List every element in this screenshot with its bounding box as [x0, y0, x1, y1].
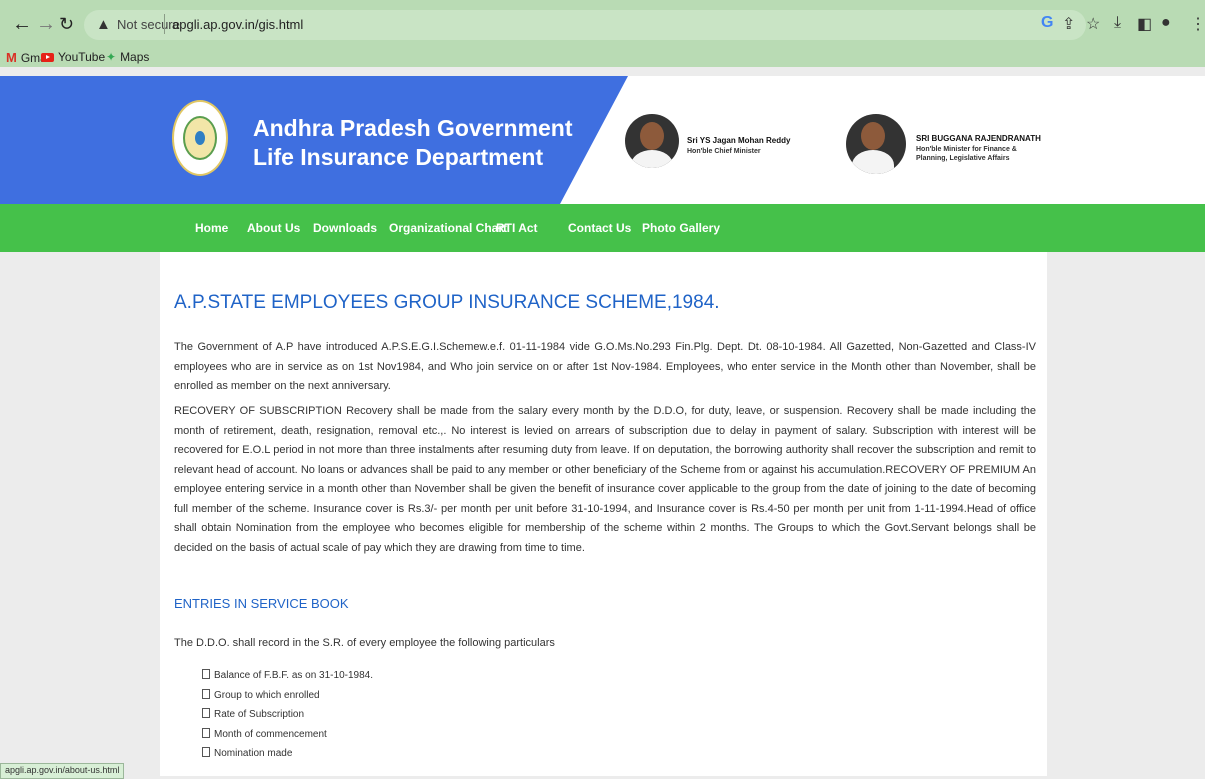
- finance-minister-photo: [846, 114, 906, 174]
- bullet-box-icon: [202, 727, 210, 738]
- entries-list: Balance of F.B.F. as on 31-10-1984. Grou…: [202, 666, 373, 764]
- list-item: Group to which enrolled: [202, 686, 373, 706]
- person1-role: Hon'ble Chief Minister: [687, 148, 761, 155]
- nav-organizational-chart[interactable]: Organizational Chart: [389, 221, 507, 235]
- content-panel: A.P.STATE EMPLOYEES GROUP INSURANCE SCHE…: [160, 252, 1047, 776]
- side-panel-icon[interactable]: ◧: [1137, 14, 1152, 34]
- bookmark-maps[interactable]: ✦ Maps: [106, 50, 149, 64]
- gmail-icon: M: [6, 50, 17, 65]
- site-title-line1: Andhra Pradesh Government: [253, 115, 573, 141]
- profile-avatar-icon[interactable]: ●: [1161, 14, 1171, 32]
- list-item: Balance of F.B.F. as on 31-10-1984.: [202, 666, 373, 686]
- reload-icon[interactable]: ↻: [59, 14, 74, 34]
- nav-photo-gallery[interactable]: Photo Gallery: [642, 221, 720, 235]
- back-arrow-icon[interactable]: ←: [12, 14, 32, 34]
- warning-icon[interactable]: ▲: [96, 16, 111, 33]
- person2-role-line2: Planning, Legislative Affairs: [916, 155, 1010, 162]
- youtube-icon: [41, 52, 54, 62]
- bookmarks-bar: M Gmail YouTube ✦ Maps: [0, 48, 1205, 67]
- entries-intro: The D.D.O. shall record in the S.R. of e…: [174, 637, 555, 649]
- bookmark-youtube[interactable]: YouTube: [41, 50, 105, 64]
- bullet-box-icon: [202, 688, 210, 699]
- share-icon[interactable]: ⇪: [1062, 14, 1075, 34]
- main-navigation: Home About Us Downloads Organizational C…: [0, 204, 1205, 252]
- page-title: A.P.STATE EMPLOYEES GROUP INSURANCE SCHE…: [174, 292, 720, 313]
- site-header: Andhra Pradesh Government Life Insurance…: [0, 76, 1205, 204]
- chief-minister-photo: [625, 114, 679, 168]
- bullet-box-icon: [202, 747, 210, 757]
- list-item: Rate of Subscription: [202, 705, 373, 725]
- person2-name: SRI BUGGANA RAJENDRANATH: [916, 134, 1041, 143]
- nav-rti-act[interactable]: RTI Act: [496, 221, 538, 235]
- maps-pin-icon: ✦: [106, 50, 117, 64]
- bullet-box-icon: [202, 708, 210, 718]
- bookmark-star-icon[interactable]: ☆: [1086, 14, 1100, 34]
- ap-state-emblem-icon[interactable]: [172, 100, 228, 176]
- recovery-paragraph: RECOVERY OF SUBSCRIPTION Recovery shall …: [174, 405, 1036, 554]
- nav-downloads[interactable]: Downloads: [313, 221, 377, 235]
- nav-contact-us[interactable]: Contact Us: [568, 221, 631, 235]
- bullet-box-icon: [202, 669, 210, 679]
- nav-about-us[interactable]: About Us: [247, 221, 300, 235]
- url-text[interactable]: apgli.ap.gov.in/gis.html: [172, 17, 303, 32]
- list-item: Nomination made: [202, 744, 373, 764]
- site-title-line2: Life Insurance Department: [253, 144, 544, 170]
- address-separator: [164, 14, 165, 34]
- download-icon[interactable]: ⤓: [1114, 14, 1121, 32]
- forward-arrow-icon[interactable]: →: [36, 14, 56, 34]
- entries-heading: ENTRIES IN SERVICE BOOK: [174, 596, 349, 611]
- list-item: Month of commencement: [202, 725, 373, 745]
- browser-toolbar: ← → ↻ ▲ Not secure apgli.ap.gov.in/gis.h…: [0, 0, 1205, 48]
- person2-role-line1: Hon'ble Minister for Finance &: [916, 146, 1017, 153]
- google-translate-icon[interactable]: G: [1041, 14, 1053, 32]
- not-secure-label[interactable]: Not secure: [117, 17, 180, 32]
- menu-kebab-icon[interactable]: ⋮: [1190, 14, 1205, 34]
- nav-home[interactable]: Home: [195, 221, 228, 235]
- intro-paragraph: The Government of A.P have introduced A.…: [174, 341, 1036, 392]
- browser-chrome: ← → ↻ ▲ Not secure apgli.ap.gov.in/gis.h…: [0, 0, 1205, 67]
- person1-name: Sri YS Jagan Mohan Reddy: [687, 136, 791, 145]
- status-bar-url: apgli.ap.gov.in/about-us.html: [0, 763, 125, 779]
